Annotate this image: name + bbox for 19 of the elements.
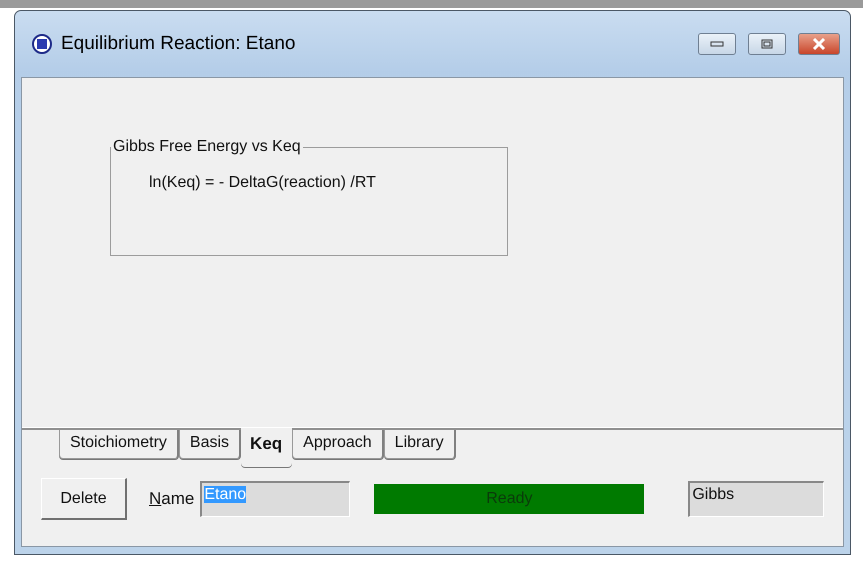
- close-button[interactable]: [798, 33, 840, 55]
- formula-text: ln(Keq) = - DeltaG(reaction) /RT: [149, 174, 377, 192]
- group-title: Gibbs Free Energy vs Keq: [112, 138, 302, 156]
- tab[interactable]: Approach: [292, 430, 384, 459]
- maximize-button[interactable]: [748, 33, 786, 55]
- status-bar: Ready: [374, 484, 644, 514]
- window-title: Equilibrium Reaction: Etano: [61, 33, 296, 55]
- tab[interactable]: Basis: [178, 430, 242, 459]
- close-icon: [811, 38, 827, 50]
- minimize-button[interactable]: [698, 33, 736, 55]
- app-icon: [31, 33, 53, 55]
- minimize-icon: [710, 41, 724, 47]
- tab[interactable]: Keq: [241, 428, 292, 467]
- maximize-icon: [761, 39, 773, 49]
- tab[interactable]: Library: [384, 430, 456, 459]
- delete-button[interactable]: Delete: [41, 478, 127, 520]
- name-label: Name: [149, 489, 194, 509]
- basis-field[interactable]: Gibbs: [688, 481, 824, 517]
- tab[interactable]: Stoichiometry: [59, 430, 179, 459]
